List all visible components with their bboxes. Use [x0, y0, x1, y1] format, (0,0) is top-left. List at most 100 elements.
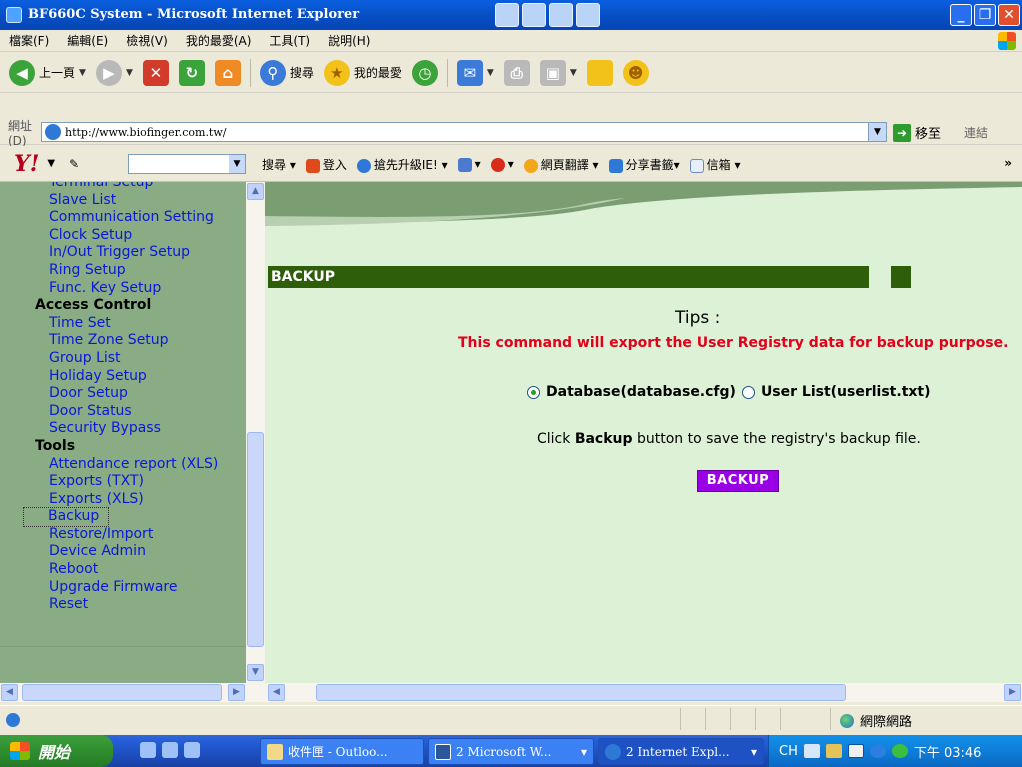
- sidebar-item-reset[interactable]: Reset: [0, 596, 246, 614]
- task-outlook[interactable]: 收件匣 - Outloo...: [260, 738, 424, 765]
- main-hscroll-thumb[interactable]: [316, 684, 846, 701]
- network-icon[interactable]: [522, 3, 546, 27]
- layout-button[interactable]: ▾: [457, 157, 481, 172]
- sidebar-item-security-bypass[interactable]: Security Bypass: [0, 420, 246, 438]
- sidebar-item-reboot[interactable]: Reboot: [0, 561, 246, 579]
- chevron-down-icon[interactable]: ▼: [47, 158, 55, 169]
- task-ie[interactable]: 2 Internet Expl... ▾: [598, 738, 764, 765]
- menu-view[interactable]: 檢視(V): [117, 32, 177, 49]
- sidebar-item-device-admin[interactable]: Device Admin: [0, 543, 246, 561]
- sidebar-item-holiday-setup[interactable]: Holiday Setup: [0, 368, 246, 386]
- sidebar-item-func-key-setup[interactable]: Func. Key Setup: [0, 280, 246, 298]
- outlook-quicklaunch-icon[interactable]: [162, 742, 178, 758]
- yahoo-logo-icon[interactable]: Y!: [14, 151, 39, 177]
- upgrade-ie-button[interactable]: 搶先升級IE! ▾: [356, 156, 448, 173]
- sidebar-item-slave-list[interactable]: Slave List: [0, 192, 246, 210]
- sidebar-item-exports-xls[interactable]: Exports (XLS): [0, 491, 246, 509]
- language-indicator[interactable]: CH: [779, 744, 798, 759]
- radio-database[interactable]: [527, 385, 540, 399]
- menu-help[interactable]: 說明(H): [319, 32, 379, 49]
- keyboard-icon[interactable]: [803, 744, 820, 758]
- sidebar-item-group-list[interactable]: Group List: [0, 350, 246, 368]
- menu-edit[interactable]: 編輯(E): [58, 32, 117, 49]
- scroll-right-icon[interactable]: ▶: [228, 684, 245, 701]
- minimize-button[interactable]: _: [950, 4, 972, 26]
- address-url[interactable]: http://www.biofinger.com.tw/: [65, 126, 226, 139]
- sidebar-item-in-out-trigger-setup[interactable]: In/Out Trigger Setup: [0, 244, 246, 262]
- globe-icon: [840, 713, 854, 728]
- address-dropdown-button[interactable]: ▼: [868, 123, 886, 141]
- sidebar-item-time-zone-setup[interactable]: Time Zone Setup: [0, 332, 246, 350]
- address-input[interactable]: http://www.biofinger.com.tw/ ▼: [41, 122, 887, 142]
- scroll-right-icon[interactable]: ▶: [1004, 684, 1021, 701]
- menu-favorites[interactable]: 我的最愛(A): [177, 32, 261, 49]
- sidebar-item-ring-setup[interactable]: Ring Setup: [0, 262, 246, 280]
- pencil-icon[interactable]: ✎: [69, 157, 79, 171]
- pen-tool-icon[interactable]: [576, 3, 600, 27]
- backup-button[interactable]: BACKUP: [697, 470, 779, 492]
- option-database-label[interactable]: Database(database.cfg): [546, 384, 736, 400]
- search-button[interactable]: ⚲ 搜尋: [257, 57, 317, 89]
- bookmarks-button[interactable]: 分享書籤▾: [608, 156, 680, 173]
- sidebar-hscroll-thumb[interactable]: [22, 684, 222, 701]
- ie-quicklaunch-icon[interactable]: [140, 742, 156, 758]
- login-button[interactable]: 登入: [305, 156, 347, 173]
- home-button[interactable]: ⌂: [212, 57, 244, 89]
- target-button[interactable]: ▾: [490, 157, 514, 172]
- go-button[interactable]: ➜ 移至: [893, 123, 941, 142]
- radio-userlist[interactable]: [741, 385, 755, 399]
- search-tool-icon[interactable]: [549, 3, 573, 27]
- translate-button[interactable]: 網頁翻譯 ▾: [523, 156, 599, 173]
- scroll-left-icon[interactable]: ◀: [1, 684, 18, 701]
- sidebar-scrollbar[interactable]: ▲ ▼: [246, 182, 265, 683]
- history-button[interactable]: ◷: [409, 57, 441, 89]
- sidebar-item-backup[interactable]: Backup: [23, 507, 109, 527]
- scroll-up-icon[interactable]: ▲: [247, 183, 264, 200]
- sidebar-item-clock-setup[interactable]: Clock Setup: [0, 227, 246, 245]
- media-quicklaunch-icon[interactable]: [184, 742, 200, 758]
- refresh-button[interactable]: ↻: [176, 57, 208, 89]
- mail-button[interactable]: ✉ ▼: [454, 57, 497, 89]
- scroll-left-icon[interactable]: ◀: [268, 684, 285, 701]
- opera-icon[interactable]: [495, 3, 519, 27]
- print-button[interactable]: ⎙: [501, 57, 533, 89]
- favorites-button[interactable]: ★ 我的最愛: [321, 57, 405, 89]
- chevron-down-icon[interactable]: ▼: [229, 155, 245, 173]
- task-word[interactable]: 2 Microsoft W... ▾: [428, 738, 594, 765]
- menu-tools[interactable]: 工具(T): [260, 32, 319, 49]
- notes-button[interactable]: [584, 57, 616, 89]
- sidebar-item-attendance-report-xls[interactable]: Attendance report (XLS): [0, 456, 246, 474]
- edit-button[interactable]: ▣ ▼: [537, 57, 580, 89]
- sidebar-item-restore-import[interactable]: Restore/Import: [0, 526, 246, 544]
- forward-button[interactable]: ▶ ▼: [93, 57, 136, 89]
- page-icon: [45, 124, 61, 140]
- scrollbar-thumb[interactable]: [247, 432, 264, 647]
- tray-expand-icon[interactable]: [869, 744, 886, 758]
- yahoo-search-button[interactable]: 搜尋 ▾: [262, 156, 296, 173]
- restore-button[interactable]: ❐: [974, 4, 996, 26]
- user-status-icon[interactable]: [891, 744, 908, 758]
- menu-file[interactable]: 檔案(F): [0, 32, 58, 49]
- links-button[interactable]: 連結: [964, 124, 988, 141]
- back-button[interactable]: ◀ 上一頁 ▼: [6, 57, 89, 89]
- mail-box-button[interactable]: 信箱 ▾: [689, 156, 740, 173]
- star-icon: ★: [323, 59, 350, 86]
- toolbar-overflow-icon[interactable]: »: [1004, 156, 1012, 170]
- sidebar-item-exports-txt[interactable]: Exports (TXT): [0, 473, 246, 491]
- pen-input-icon[interactable]: [825, 744, 842, 758]
- yahoo-search-input[interactable]: ▼: [128, 154, 246, 174]
- sidebar-item-terminal-setup[interactable]: Terminal Setup: [0, 182, 246, 192]
- option-userlist-label[interactable]: User List(userlist.txt): [761, 384, 931, 400]
- sidebar-item-time-set[interactable]: Time Set: [0, 315, 246, 333]
- clock: 下午 03:46: [913, 745, 982, 761]
- start-button[interactable]: 開始: [0, 735, 113, 767]
- ime-icon[interactable]: [847, 744, 864, 758]
- scroll-down-icon[interactable]: ▼: [247, 664, 264, 681]
- messenger-button[interactable]: ☻: [620, 57, 652, 89]
- sidebar-item-door-setup[interactable]: Door Setup: [0, 385, 246, 403]
- sidebar-item-communication-setting[interactable]: Communication Setting: [0, 209, 246, 227]
- sidebar-item-upgrade-firmware[interactable]: Upgrade Firmware: [0, 579, 246, 597]
- close-button[interactable]: ✕: [998, 4, 1020, 26]
- stop-button[interactable]: ✕: [140, 57, 172, 89]
- sidebar-item-door-status[interactable]: Door Status: [0, 403, 246, 421]
